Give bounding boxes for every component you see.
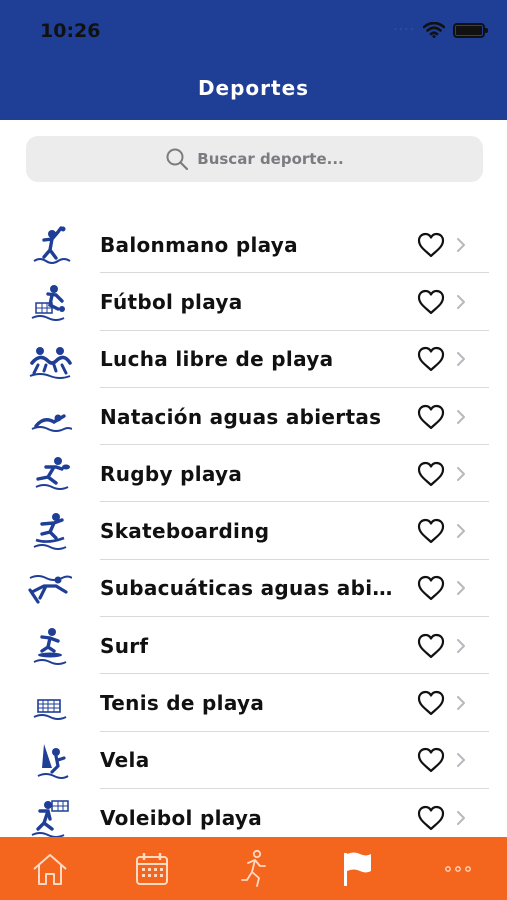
tab-athletes[interactable] [232, 849, 276, 889]
sport-label: Rugby playa [100, 461, 243, 486]
sport-label: Tenis de playa [100, 691, 265, 716]
sport-label: Skateboarding [100, 519, 270, 544]
nav-header: 10:26 ···· Deportes [0, 0, 507, 120]
underwater-icon [28, 574, 72, 604]
heart-icon[interactable] [416, 746, 446, 774]
heart-icon[interactable] [416, 231, 446, 259]
volleyball-icon [31, 800, 69, 838]
runner-icon [241, 849, 266, 887]
sport-label: Voleibol playa [100, 805, 263, 830]
sport-row[interactable]: Lucha libre de playa [0, 331, 507, 388]
sailing-icon [37, 743, 69, 779]
chevron-right-icon [457, 466, 465, 481]
sport-row[interactable]: Subacuáticas aguas abiertas [0, 560, 507, 618]
sport-label: Surf [100, 633, 149, 658]
sport-label: Lucha libre de playa [100, 347, 334, 372]
chevron-right-icon [457, 352, 465, 367]
chevron-right-icon [457, 409, 465, 424]
chevron-right-icon [457, 753, 465, 768]
wifi-icon [423, 22, 445, 38]
sport-row[interactable]: Tenis de playa [0, 674, 507, 732]
heart-icon[interactable] [416, 574, 446, 602]
search-input[interactable]: Buscar deporte... [197, 150, 343, 168]
swimming-icon [31, 414, 72, 432]
heart-icon[interactable] [416, 288, 446, 316]
chevron-right-icon [457, 581, 465, 596]
heart-icon[interactable] [416, 689, 446, 717]
heart-icon[interactable] [416, 345, 446, 373]
tab-more[interactable] [436, 849, 480, 889]
tab-calendar[interactable] [130, 849, 174, 889]
sport-label: Vela [100, 748, 150, 773]
chevron-right-icon [457, 294, 465, 309]
surf-icon [33, 628, 67, 666]
tab-sports[interactable] [334, 849, 378, 889]
sport-row[interactable]: Vela [0, 732, 507, 789]
heart-icon[interactable] [416, 403, 446, 431]
chevron-right-icon [457, 696, 465, 711]
sport-row[interactable]: Balonmano playa [0, 216, 507, 274]
sport-row[interactable]: Fútbol playa [0, 273, 507, 331]
rugby-icon [35, 457, 70, 491]
sport-row[interactable]: Natación aguas abiertas [0, 388, 507, 446]
search-bar[interactable]: Buscar deporte... [26, 136, 483, 182]
status-time: 10:26 [40, 20, 101, 42]
sport-label: Balonmano playa [100, 232, 298, 257]
handball-icon [33, 226, 71, 264]
skateboarding-icon [33, 513, 67, 551]
sports-list: Balonmano playa Fútbol playa Lucha libre d… [0, 216, 507, 847]
status-indicators: ···· [393, 22, 488, 38]
chevron-right-icon [457, 638, 465, 653]
flag-icon [344, 852, 371, 886]
chevron-right-icon [457, 524, 465, 539]
beach-soccer-icon [31, 285, 65, 322]
heart-icon[interactable] [416, 632, 446, 660]
battery-icon [453, 22, 488, 38]
page-title: Deportes [197, 76, 310, 100]
heart-icon[interactable] [416, 460, 446, 488]
sport-row[interactable]: Surf [0, 617, 507, 675]
heart-icon[interactable] [416, 804, 446, 832]
sport-row[interactable]: Rugby playa [0, 445, 507, 503]
search-icon [166, 148, 189, 171]
sport-label: Fútbol playa [100, 289, 243, 314]
home-icon [33, 854, 67, 885]
sport-label: Natación aguas abiertas [100, 404, 382, 429]
tab-home[interactable] [28, 849, 72, 889]
sport-label: Subacuáticas aguas abiertas [100, 576, 405, 601]
heart-icon[interactable] [416, 517, 446, 545]
sport-row[interactable]: Skateboarding [0, 502, 507, 560]
more-icon [445, 866, 471, 872]
chevron-right-icon [457, 810, 465, 825]
signal-icon: ···· [393, 22, 415, 38]
chevron-right-icon [457, 237, 465, 252]
beach-tennis-icon [33, 699, 67, 721]
calendar-icon [136, 853, 168, 885]
tab-bar [0, 837, 507, 900]
wrestling-icon [29, 346, 72, 379]
